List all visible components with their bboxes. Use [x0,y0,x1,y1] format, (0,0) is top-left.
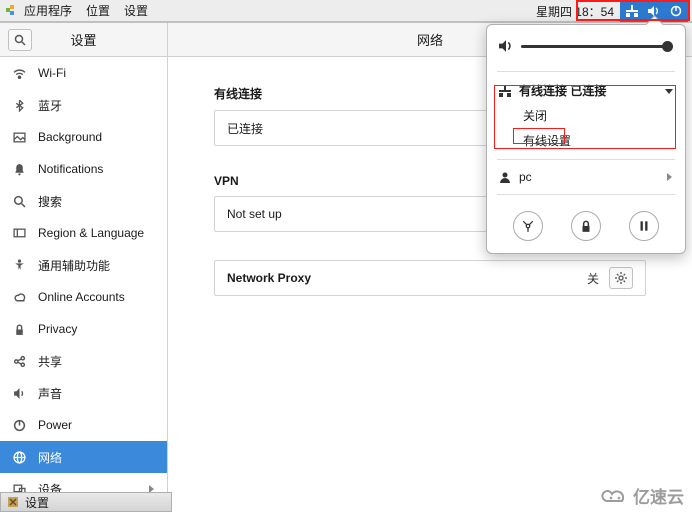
search-button[interactable] [8,29,32,51]
sidebar-item-bluetooth[interactable]: 蓝牙 [0,89,167,121]
accessibility-icon [12,259,26,272]
proxy-label: Network Proxy [227,271,587,285]
sidebar-header: 设置 [0,23,167,57]
popup-settings-button[interactable] [513,211,543,241]
sidebar-item-accessibility[interactable]: 通用辅助功能 [0,249,167,281]
sidebar-item-power[interactable]: Power [0,409,167,441]
taskbar-label: 设置 [25,494,49,511]
chevron-down-icon [665,87,673,95]
popup-wired-settings[interactable]: 有线设置 [497,128,675,153]
watermark: 亿速云 [599,483,684,508]
sound-icon [12,387,26,400]
wifi-icon [12,67,26,80]
sidebar-item-region[interactable]: Region & Language [0,217,167,249]
sidebar-list: Wi-Fi 蓝牙 Background Notifications 搜索 Region &… [0,57,167,492]
clock[interactable]: 星期四 18：54 [536,3,614,20]
sidebar-item-label: Notifications [38,162,103,176]
cloud-icon [12,291,26,304]
menu-settings[interactable]: 设置 [124,2,148,19]
search-icon [12,195,26,208]
sidebar-item-label: 通用辅助功能 [38,257,110,274]
sidebar-item-label: 设备 [38,481,62,493]
chevron-right-icon [665,173,673,181]
network-icon [12,451,26,464]
popup-action-row [497,201,675,245]
sidebar-item-network[interactable]: 网络 [0,441,167,473]
bluetooth-icon [12,99,26,112]
sidebar-item-wifi[interactable]: Wi-Fi [0,57,167,89]
top-menu-bar: 应用程序 位置 设置 星期四 18：54 [0,0,692,22]
sidebar-item-sound[interactable]: 声音 [0,377,167,409]
system-tray-popup: 有线连接 已连接 关闭 有线设置 pc [486,24,686,254]
network-tray-icon[interactable] [626,5,638,17]
popup-lock-button[interactable] [571,211,601,241]
sidebar: 设置 Wi-Fi 蓝牙 Background Notifications 搜索 Regio… [0,23,168,492]
popup-wired-row[interactable]: 有线连接 已连接 [497,78,675,103]
sidebar-item-label: 共享 [38,353,62,370]
sidebar-item-bell[interactable]: Notifications [0,153,167,185]
sidebar-item-label: Region & Language [38,226,144,240]
background-icon [12,131,26,144]
sidebar-item-devices[interactable]: 设备 [0,473,167,492]
lock-icon [12,323,26,336]
sidebar-item-label: Wi-Fi [38,66,66,80]
taskbar-entry[interactable]: 设置 [0,492,172,512]
sidebar-item-background[interactable]: Background [0,121,167,153]
sidebar-item-label: Background [38,130,102,144]
network-icon [499,85,511,97]
user-icon [499,171,511,183]
sidebar-item-label: Power [38,418,72,432]
taskbar-app-icon [7,496,19,508]
sidebar-item-cloud[interactable]: Online Accounts [0,281,167,313]
sidebar-item-label: 蓝牙 [38,97,62,114]
menu-applications[interactable]: 应用程序 [24,2,72,19]
sidebar-item-label: Privacy [38,322,77,336]
bell-icon [12,163,26,176]
sidebar-item-lock[interactable]: Privacy [0,313,167,345]
distro-logo-icon [6,5,18,17]
sidebar-item-share[interactable]: 共享 [0,345,167,377]
popup-user-label: pc [519,170,532,184]
chevron-right-icon [148,484,155,492]
popup-user-row[interactable]: pc [497,166,675,188]
sidebar-item-search[interactable]: 搜索 [0,185,167,217]
sidebar-title: 设置 [70,30,96,49]
region-icon [12,227,26,240]
menu-places[interactable]: 位置 [86,2,110,19]
share-icon [12,355,26,368]
sidebar-item-label: 网络 [38,449,62,466]
devices-icon [12,483,26,493]
proxy-card: Network Proxy 关 [214,260,646,296]
sidebar-item-label: Online Accounts [38,290,125,304]
popup-pause-button[interactable] [629,211,659,241]
sidebar-item-label: 搜索 [38,193,62,210]
sidebar-item-label: 声音 [38,385,62,402]
volume-row [497,33,675,65]
volume-icon [499,39,513,53]
popup-wired-close[interactable]: 关闭 [497,103,675,128]
proxy-state: 关 [587,270,599,287]
power-tray-icon[interactable] [670,5,682,17]
volume-slider[interactable] [521,45,673,48]
proxy-settings-button[interactable] [609,267,633,289]
popup-wired-label: 有线连接 已连接 [519,82,606,99]
power-icon [12,419,26,432]
